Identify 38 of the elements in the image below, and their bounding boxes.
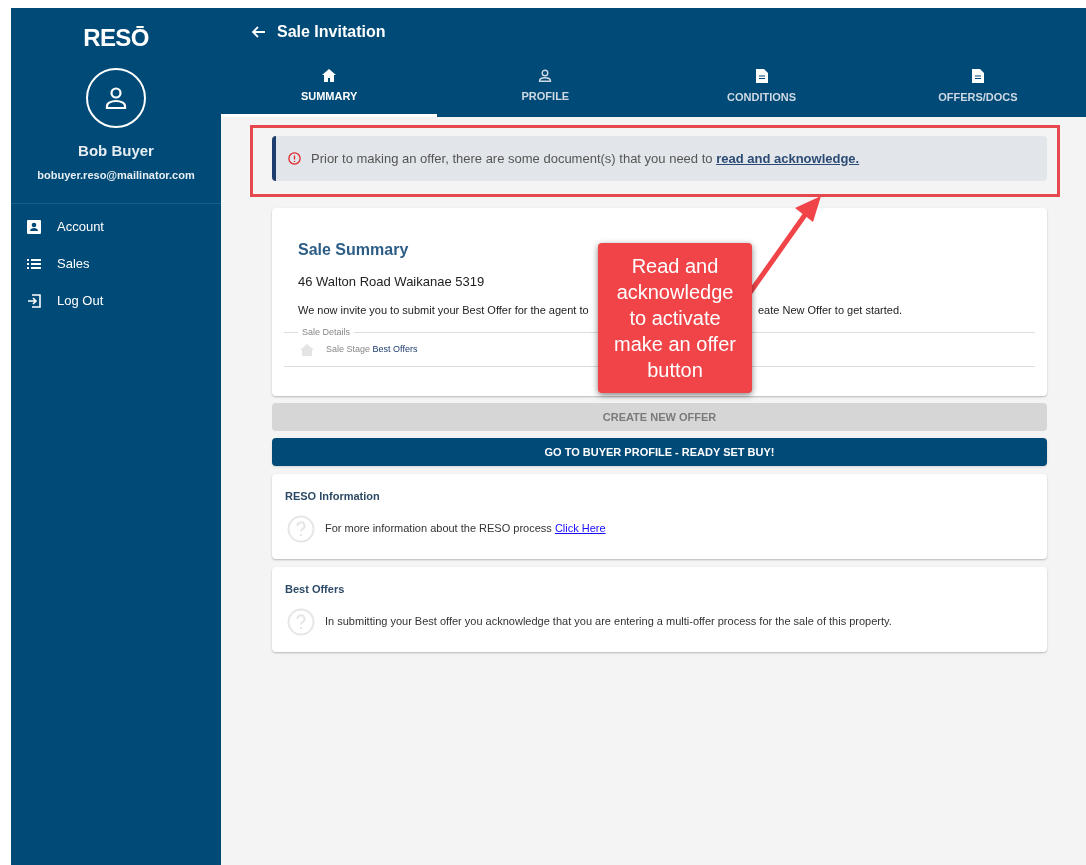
user-email: bobuyer.reso@mailinator.com [37,167,195,183]
account-icon [27,219,41,234]
info-text: In submitting your Best offer you acknowledge that you are entering a multi-offer process for the sale of this property. [325,614,892,630]
sale-stage: Sale Stage Best Offers [326,342,418,356]
back-arrow-icon[interactable] [251,26,265,38]
acknowledge-link[interactable]: read and acknowledge. [716,150,860,166]
help-icon [287,514,315,543]
avatar-icon [86,68,146,128]
info-text: For more information about the RESO process Click Here [325,521,606,537]
card-title: RESO Information [285,489,381,504]
tab[interactable]: PROFILE [437,56,654,117]
sidebar-item[interactable]: Sales [57,253,90,274]
list-icon [27,258,41,269]
logout-icon [27,293,41,308]
annotation-callout: Read and acknowledge to activate make an offer button [598,243,752,393]
tab[interactable]: SUMMARY [221,56,438,117]
tab[interactable]: CONDITIONS [653,56,870,117]
alert-text: Prior to making an offer, there are some document(s) that you need to read and acknowledge. [311,149,860,168]
intro-text: eate New Offer to get started. [758,302,903,318]
sidebar-item[interactable]: Log Out [57,290,104,311]
document-icon [971,68,984,83]
intro-text: We now invite you to submit your Best Offer for the agent to [298,303,589,316]
document-icon [755,68,768,83]
user-name: Bob Buyer [78,141,154,161]
sidebar-item[interactable]: Account [57,216,104,237]
click-here-link[interactable]: Click Here [554,522,606,535]
help-icon [287,607,315,636]
card-title: Sale Summary [298,240,410,260]
logo: RESŌ [83,23,149,53]
home-icon [300,343,314,356]
page-title: Sale Invitation [277,22,386,42]
person-icon [538,69,553,83]
address: 46 Walton Road Waikanae 5319 [298,273,486,291]
tab[interactable]: OFFERS/DOCS [869,56,1086,117]
action-button[interactable]: GO TO BUYER PROFILE - READY SET BUY! [272,438,1047,466]
info-icon [288,152,301,165]
home-icon [322,69,337,83]
card-title: Best Offers [285,582,346,597]
